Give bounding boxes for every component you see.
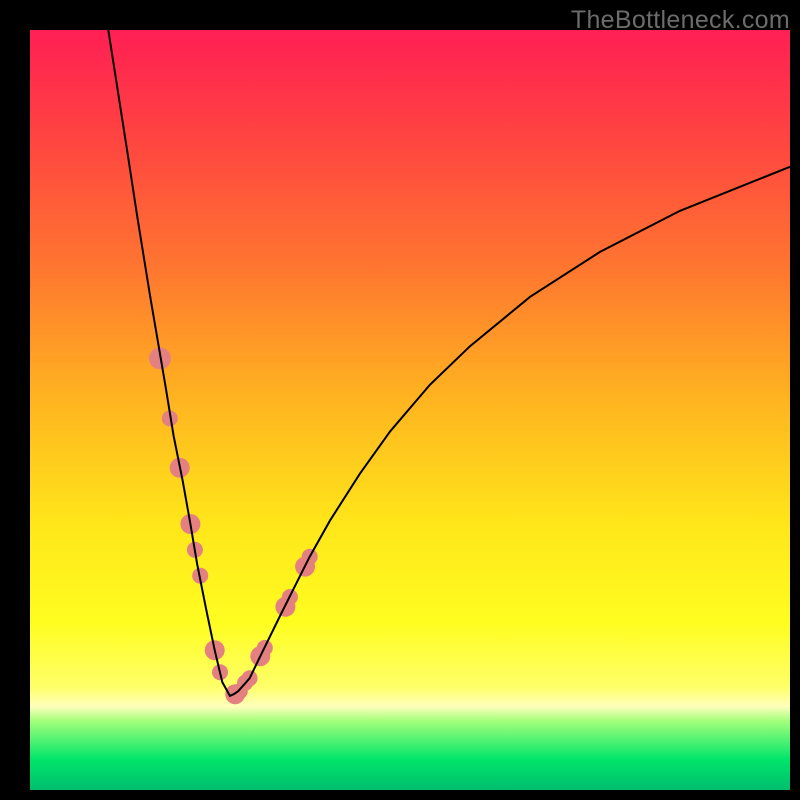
markers-group xyxy=(149,347,318,704)
plot-area xyxy=(30,30,790,790)
v-curve xyxy=(108,30,790,696)
watermark-text: TheBottleneck.com xyxy=(571,6,790,35)
chart-frame: TheBottleneck.com xyxy=(0,0,800,800)
chart-svg xyxy=(30,30,790,790)
